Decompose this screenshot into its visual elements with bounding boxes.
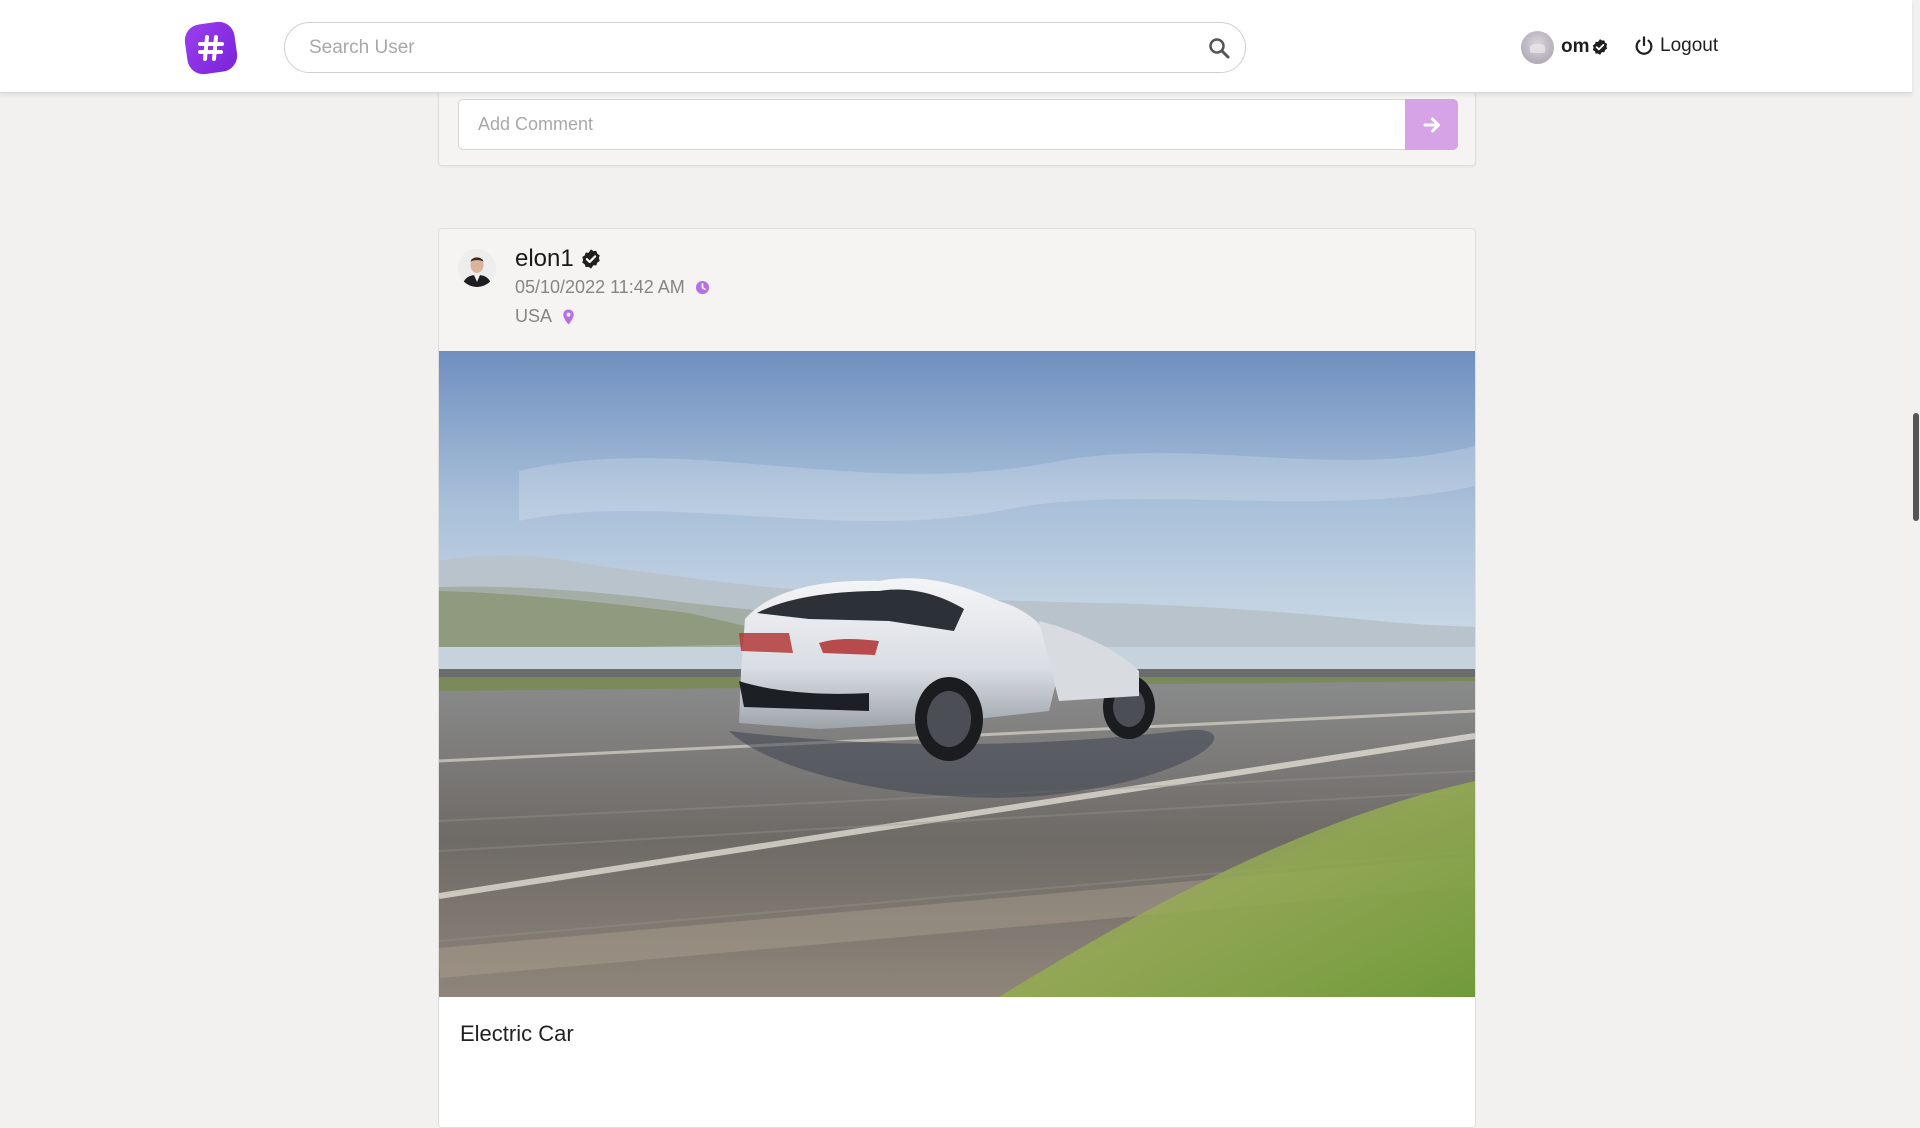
logout-label: Logout [1660, 35, 1719, 56]
post-image[interactable] [439, 351, 1475, 997]
post-author: elon1 [515, 245, 602, 273]
power-icon [1635, 36, 1653, 55]
scrollbar-track[interactable] [1912, 0, 1920, 1080]
clock-icon [695, 280, 709, 295]
post-location: USA [515, 306, 553, 326]
logout-button[interactable]: Logout [1633, 35, 1718, 57]
search-bar [284, 22, 1246, 73]
post-caption-area: Electric Car [439, 997, 1475, 1127]
post-caption: Electric Car [460, 1021, 574, 1046]
send-comment-button[interactable] [1405, 99, 1458, 150]
hashtag-logo-icon[interactable] [182, 19, 240, 77]
post-location-row: USA [515, 306, 575, 327]
post-timestamp-row: 05/10/2022 11:42 AM [515, 277, 710, 298]
arrow-right-icon [1423, 117, 1440, 132]
verified-badge-icon [582, 249, 600, 269]
post-author-avatar[interactable] [458, 249, 496, 287]
user-avatar[interactable] [1521, 30, 1554, 64]
current-username[interactable]: om [1561, 36, 1590, 58]
search-user-input[interactable] [307, 23, 1187, 72]
verified-badge-icon [1592, 39, 1607, 55]
add-comment-input[interactable] [458, 99, 1406, 150]
scrollbar-thumb[interactable] [1913, 413, 1919, 521]
current-user[interactable]: om [1521, 30, 1609, 64]
location-pin-icon [563, 309, 574, 324]
search-icon[interactable] [1207, 36, 1231, 60]
top-navbar: om Logout [0, 0, 1912, 93]
post-card: elon1 05/10/2022 11:42 AM USA Electric C… [438, 228, 1476, 1128]
post-author-name[interactable]: elon1 [515, 245, 574, 273]
post-timestamp: 05/10/2022 11:42 AM [515, 277, 685, 297]
